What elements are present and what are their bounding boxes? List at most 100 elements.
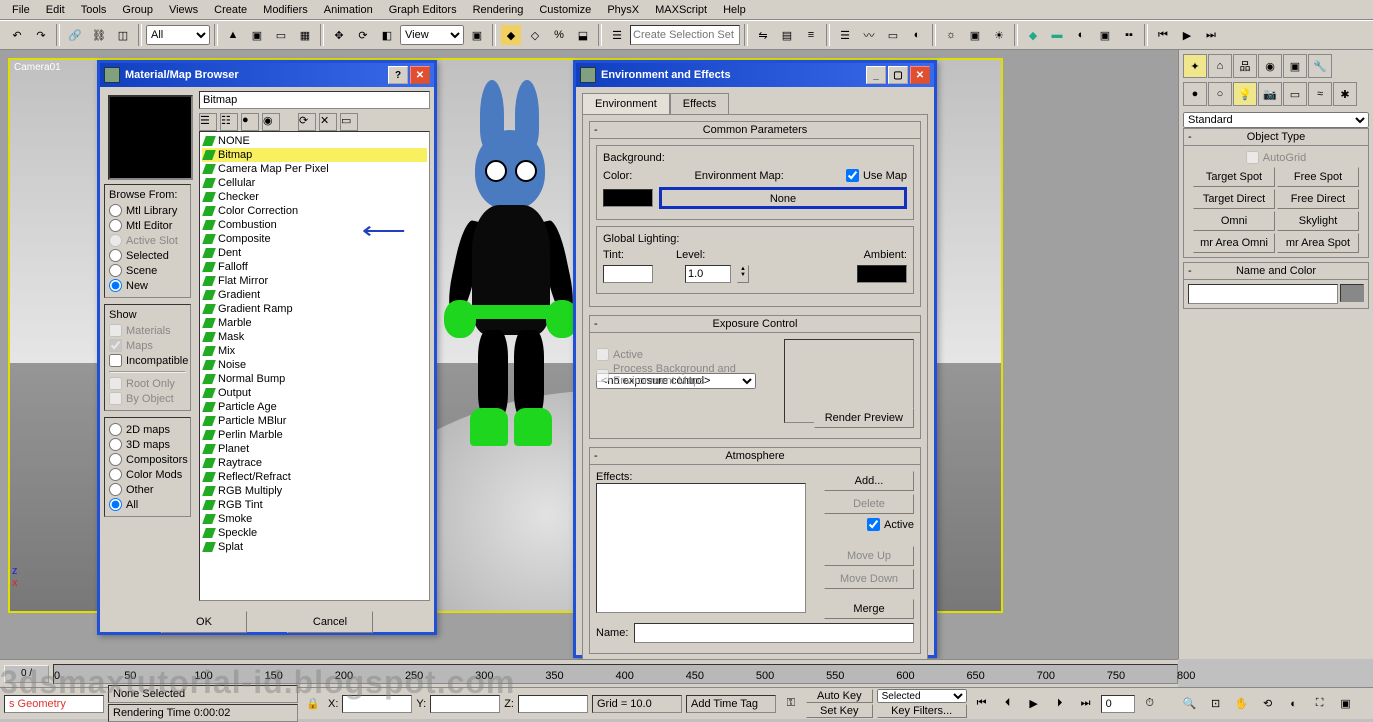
tint-swatch[interactable] (603, 265, 653, 283)
utilities-tab-icon[interactable]: 🔧 (1308, 54, 1332, 78)
map-item-camera-map-per-pixel[interactable]: Camera Map Per Pixel (202, 162, 427, 176)
key-icon[interactable]: ⚿ (780, 693, 802, 715)
free-spot-button[interactable]: Free Spot (1277, 167, 1359, 187)
menu-tools[interactable]: Tools (73, 2, 115, 18)
clear-icon[interactable]: ▭ (340, 113, 358, 131)
selection-filter-dropdown[interactable]: All (146, 25, 210, 45)
menu-group[interactable]: Group (114, 2, 161, 18)
layers-icon[interactable]: ☰ (834, 24, 856, 46)
play-icon[interactable]: ▶ (1176, 24, 1198, 46)
cancel-button[interactable]: Cancel (287, 611, 373, 633)
map-item-falloff[interactable]: Falloff (202, 260, 427, 274)
prev-frame-icon[interactable]: ⏴ (997, 693, 1019, 715)
spinner-snap-icon[interactable]: ⬓ (572, 24, 594, 46)
atm-name-input[interactable] (634, 623, 914, 643)
align-icon[interactable]: ≡ (800, 24, 822, 46)
map-item-cellular[interactable]: Cellular (202, 176, 427, 190)
map-item-marble[interactable]: Marble (202, 316, 427, 330)
select-region-icon[interactable]: ▭ (270, 24, 292, 46)
reactor-3-icon[interactable]: ◐ (1070, 24, 1092, 46)
browse-mtl-editor-radio[interactable] (109, 219, 122, 232)
snap-icon[interactable]: ◆ (500, 24, 522, 46)
use-map-checkbox[interactable] (846, 169, 859, 182)
redo-icon[interactable]: ↷ (30, 24, 52, 46)
map-item-normal-bump[interactable]: Normal Bump (202, 372, 427, 386)
menu-views[interactable]: Views (161, 2, 206, 18)
play-anim-icon[interactable]: ▶ (1023, 693, 1045, 715)
schematic-icon[interactable]: ▭ (882, 24, 904, 46)
cat-all-radio[interactable] (109, 498, 122, 511)
next-frame-icon[interactable]: ⏵ (1049, 693, 1071, 715)
hierarchy-tab-icon[interactable]: 品 (1233, 54, 1257, 78)
cat-compositors-radio[interactable] (109, 453, 122, 466)
pivot-icon[interactable]: ▣ (466, 24, 488, 46)
close-icon[interactable]: ✕ (910, 66, 930, 84)
mr-area-spot-button[interactable]: mr Area Spot (1277, 233, 1359, 253)
cat-colormods-radio[interactable] (109, 468, 122, 481)
map-item-noise[interactable]: Noise (202, 358, 427, 372)
map-item-splat[interactable]: Splat (202, 540, 427, 554)
render-frame-icon[interactable]: ▣ (964, 24, 986, 46)
ref-coord-dropdown[interactable]: View (400, 25, 464, 45)
reactor-4-icon[interactable]: ▣ (1094, 24, 1116, 46)
manage-sets-icon[interactable]: ☰ (606, 24, 628, 46)
browse-mtl-library-radio[interactable] (109, 204, 122, 217)
map-item-dent[interactable]: Dent (202, 246, 427, 260)
map-item-gradient[interactable]: Gradient (202, 288, 427, 302)
map-item-none[interactable]: NONE (202, 134, 427, 148)
pan-icon[interactable]: ✋ (1231, 693, 1253, 715)
browse-selected-radio[interactable] (109, 249, 122, 262)
angle-snap-icon[interactable]: ◇ (524, 24, 546, 46)
goto-start-icon[interactable]: ⏮ (971, 693, 993, 715)
show-incompatible-checkbox[interactable] (109, 354, 122, 367)
view-large-icon[interactable]: ◉ (262, 113, 280, 131)
goto-end-icon[interactable]: ⏭ (1200, 24, 1222, 46)
cat-3d-radio[interactable] (109, 438, 122, 451)
menu-physx[interactable]: PhysX (599, 2, 647, 18)
window-crossing-icon[interactable]: ▦ (294, 24, 316, 46)
menu-animation[interactable]: Animation (316, 2, 381, 18)
spinner-buttons[interactable]: ▲▼ (737, 265, 749, 283)
material-editor-icon[interactable]: ◐ (906, 24, 928, 46)
map-item-checker[interactable]: Checker (202, 190, 427, 204)
view-small-icon[interactable]: ● (241, 113, 259, 131)
goto-end-icon[interactable]: ⏭ (1075, 693, 1097, 715)
map-item-speckle[interactable]: Speckle (202, 526, 427, 540)
add-effect-button[interactable]: Add... (824, 471, 914, 491)
bg-color-swatch[interactable] (603, 189, 653, 207)
effects-listbox[interactable] (596, 483, 806, 613)
z-input[interactable] (518, 695, 588, 713)
menu-customize[interactable]: Customize (531, 2, 599, 18)
add-time-tag[interactable]: Add Time Tag (686, 695, 776, 713)
menu-file[interactable]: File (4, 2, 38, 18)
map-item-reflect-refract[interactable]: Reflect/Refract (202, 470, 427, 484)
map-item-raytrace[interactable]: Raytrace (202, 456, 427, 470)
goto-start-icon[interactable]: ⏮ (1152, 24, 1174, 46)
zoom-icon[interactable]: 🔍 (1179, 693, 1201, 715)
level-spinner[interactable] (685, 265, 731, 283)
mr-area-omni-button[interactable]: mr Area Omni (1193, 233, 1275, 253)
view-list-icons-icon[interactable]: ☷ (220, 113, 238, 131)
percent-snap-icon[interactable]: % (548, 24, 570, 46)
map-item-output[interactable]: Output (202, 386, 427, 400)
menu-help[interactable]: Help (715, 2, 754, 18)
orbit-icon[interactable]: ⟲ (1257, 693, 1279, 715)
dialog-titlebar[interactable]: Environment and Effects _ ▢ ✕ (576, 63, 934, 87)
help-icon[interactable]: ? (388, 66, 408, 84)
current-frame-input[interactable] (1101, 695, 1135, 713)
map-item-perlin-marble[interactable]: Perlin Marble (202, 428, 427, 442)
scale-icon[interactable]: ◧ (376, 24, 398, 46)
quick-render-icon[interactable]: ☀ (988, 24, 1010, 46)
menu-edit[interactable]: Edit (38, 2, 73, 18)
menu-rendering[interactable]: Rendering (465, 2, 532, 18)
fov-icon[interactable]: ◐ (1283, 693, 1305, 715)
time-config-icon[interactable]: ⏱ (1139, 693, 1161, 715)
cat-other-radio[interactable] (109, 483, 122, 496)
link-icon[interactable]: 🔗 (64, 24, 86, 46)
curve-editor-icon[interactable]: 〰 (858, 24, 880, 46)
object-name-input[interactable] (1188, 284, 1338, 304)
auto-key-button[interactable]: Auto Key (806, 689, 873, 703)
environment-tab[interactable]: Environment (582, 93, 670, 114)
category-dropdown[interactable]: Standard (1183, 112, 1369, 128)
select-icon[interactable]: ▲ (222, 24, 244, 46)
